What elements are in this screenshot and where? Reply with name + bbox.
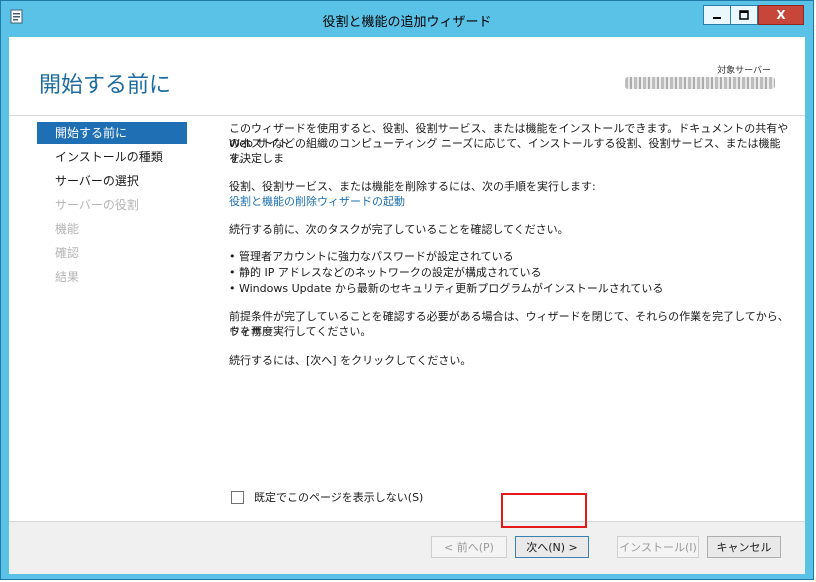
sidebar-item-results: 結果 (55, 270, 80, 284)
target-server-name-redacted (625, 77, 775, 89)
continue-instruction: 続行するには、[次へ] をクリックしてください。 (229, 354, 472, 367)
wizard-client-area: 開始する前に 対象サーバー 開始する前に インストールの種類 サーバーの選択 サ… (9, 37, 805, 574)
intro-text-line-3: す。 (229, 152, 250, 165)
remove-instructions: 役割、役割サービス、または機能を削除するには、次の手順を実行します: (229, 180, 596, 193)
prereq-text-line-2: ドを再度実行してください。 (229, 325, 372, 338)
back-button[interactable]: < 前へ(P) (431, 536, 507, 558)
close-icon: X (776, 8, 786, 22)
remove-wizard-link[interactable]: 役割と機能の削除ウィザードの起動 (229, 194, 789, 209)
bullet-windows-update: • Windows Update から最新のセキュリティ更新プログラムがインスト… (229, 282, 664, 295)
target-server-label: 対象サーバー (717, 66, 771, 76)
sidebar-item-server-selection[interactable]: サーバーの選択 (37, 170, 187, 192)
dont-show-checkbox[interactable] (231, 490, 244, 504)
wizard-window: 役割と機能の追加ウィザード X 開始する前に 対象サーバー 開始する前に インス… (0, 0, 814, 580)
bullet-network: • 静的 IP アドレスなどのネットワークの設定が構成されている (229, 266, 542, 279)
next-button[interactable]: 次へ(N) > (515, 536, 589, 558)
dont-show-checkbox-row[interactable]: 既定でこのページを表示しない(S) (231, 489, 423, 505)
sidebar-item-before-you-begin[interactable]: 開始する前に (37, 122, 187, 144)
sidebar-item-installation-type[interactable]: インストールの種類 (37, 146, 187, 168)
close-button[interactable]: X (758, 5, 804, 25)
next-button-highlight (501, 493, 587, 528)
wizard-steps-sidebar: 開始する前に インストールの種類 サーバーの選択 サーバーの役割 機能 確認 結… (9, 116, 205, 521)
install-button[interactable]: インストール(I) (617, 536, 699, 558)
confirm-tasks-text: 続行する前に、次のタスクが完了していることを確認してください。 (229, 223, 569, 236)
sidebar-item-features: 機能 (55, 222, 80, 236)
dont-show-checkbox-label[interactable]: 既定でこのページを表示しない(S) (254, 489, 423, 505)
wizard-footer: < 前へ(P) 次へ(N) > インストール(I) キャンセル (9, 521, 805, 574)
sidebar-item-confirmation: 確認 (55, 246, 80, 260)
maximize-icon (739, 10, 749, 20)
minimize-icon (713, 17, 721, 19)
page-header: 開始する前に 対象サーバー (9, 37, 805, 116)
bullet-password: • 管理者アカウントに強力なパスワードが設定されている (229, 250, 514, 263)
maximize-button[interactable] (730, 5, 758, 25)
minimize-button[interactable] (703, 5, 731, 25)
sidebar-item-server-roles: サーバーの役割 (55, 198, 139, 212)
title-bar[interactable]: 役割と機能の追加ウィザード X (1, 1, 813, 37)
page-title: 開始する前に (39, 73, 172, 98)
cancel-button[interactable]: キャンセル (707, 536, 781, 558)
window-title: 役割と機能の追加ウィザード (322, 15, 492, 30)
